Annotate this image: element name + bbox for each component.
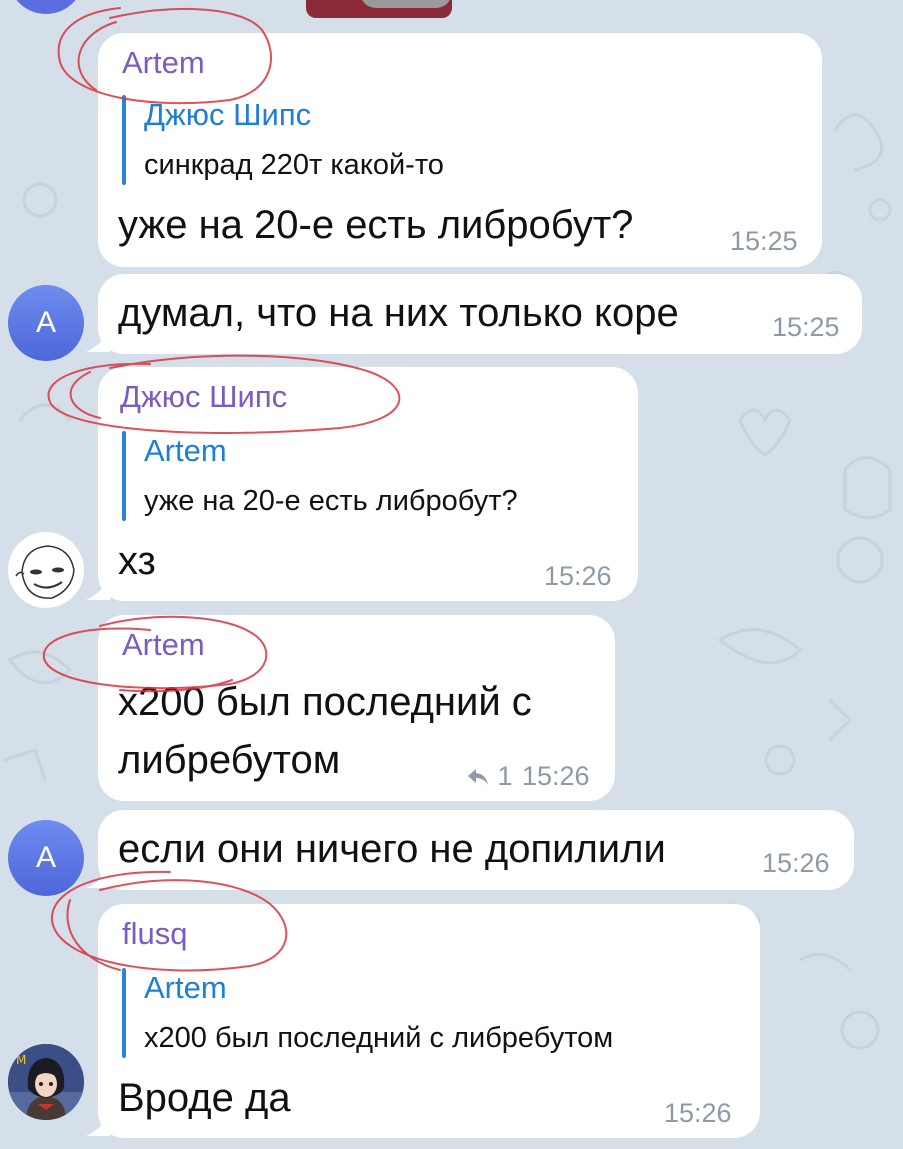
reply-quote-bar: [122, 431, 126, 521]
reply-arrow-icon: [468, 769, 488, 785]
message-bubble[interactable]: Artem x200 был последний с либребутом 1 …: [98, 615, 615, 801]
sender-name[interactable]: flusq: [122, 916, 187, 952]
message-time: 15:26: [544, 561, 612, 591]
media-preview-partial[interactable]: [306, 0, 452, 18]
meme-face-avatar-icon: [15, 545, 75, 599]
message-text: думал, что на них только коре: [118, 291, 679, 335]
reply-quote-name[interactable]: Artem: [144, 433, 227, 469]
message-text: Вроде да: [118, 1076, 291, 1120]
sender-avatar[interactable]: M: [8, 1044, 84, 1120]
avatar-letter: A: [35, 841, 56, 874]
message-text: уже на 20-е есть либробут?: [118, 203, 634, 247]
sender-avatar[interactable]: [8, 532, 84, 608]
reply-quote-bar: [122, 95, 126, 185]
message-text: хз: [118, 539, 156, 583]
sender-name[interactable]: Джюс Шипс: [120, 379, 287, 415]
message-time: 15:26: [522, 761, 590, 791]
message-bubble[interactable]: думал, что на них только коре 15:25: [98, 274, 862, 354]
message-bubble[interactable]: Джюс Шипс Artem уже на 20-е есть либробу…: [98, 367, 638, 601]
svg-text:M: M: [16, 1053, 26, 1067]
sender-name[interactable]: Artem: [122, 627, 205, 663]
reply-quote-text[interactable]: уже на 20-е есть либробут?: [144, 485, 518, 518]
avatar-letter: A: [35, 306, 56, 339]
sender-name[interactable]: Artem: [122, 45, 205, 81]
anime-girl-avatar-icon: M: [8, 1044, 84, 1120]
message-text-line-2: либребутом: [118, 738, 341, 782]
message-time: 15:26: [762, 848, 830, 878]
reply-quote-name[interactable]: Джюс Шипс: [144, 97, 311, 133]
reply-quote-bar: [122, 968, 126, 1058]
reply-quote-name[interactable]: Artem: [144, 970, 227, 1006]
message-text-line-1: x200 был последний с: [118, 680, 532, 724]
reply-quote-text[interactable]: синкрад 220т какой-то: [144, 149, 444, 182]
message-text: если они ничего не допилили: [118, 827, 666, 871]
media-overlay: [360, 0, 452, 8]
reply-quote-text[interactable]: x200 был последний с либребутом: [144, 1022, 613, 1055]
sender-avatar[interactable]: A: [8, 285, 84, 361]
message-time: 15:25: [772, 312, 840, 342]
message-time: 15:26: [664, 1098, 732, 1128]
thread-replies[interactable]: 1: [466, 761, 513, 792]
message-bubble[interactable]: если они ничего не допилили 15:26: [98, 810, 854, 890]
reply-count: 1: [497, 761, 513, 791]
sender-avatar[interactable]: A: [8, 820, 84, 896]
message-bubble[interactable]: flusq Artem x200 был последний с либребу…: [98, 904, 760, 1138]
message-bubble[interactable]: Artem Джюс Шипс синкрад 220т какой-то уж…: [98, 33, 822, 267]
message-time: 15:25: [730, 226, 798, 256]
